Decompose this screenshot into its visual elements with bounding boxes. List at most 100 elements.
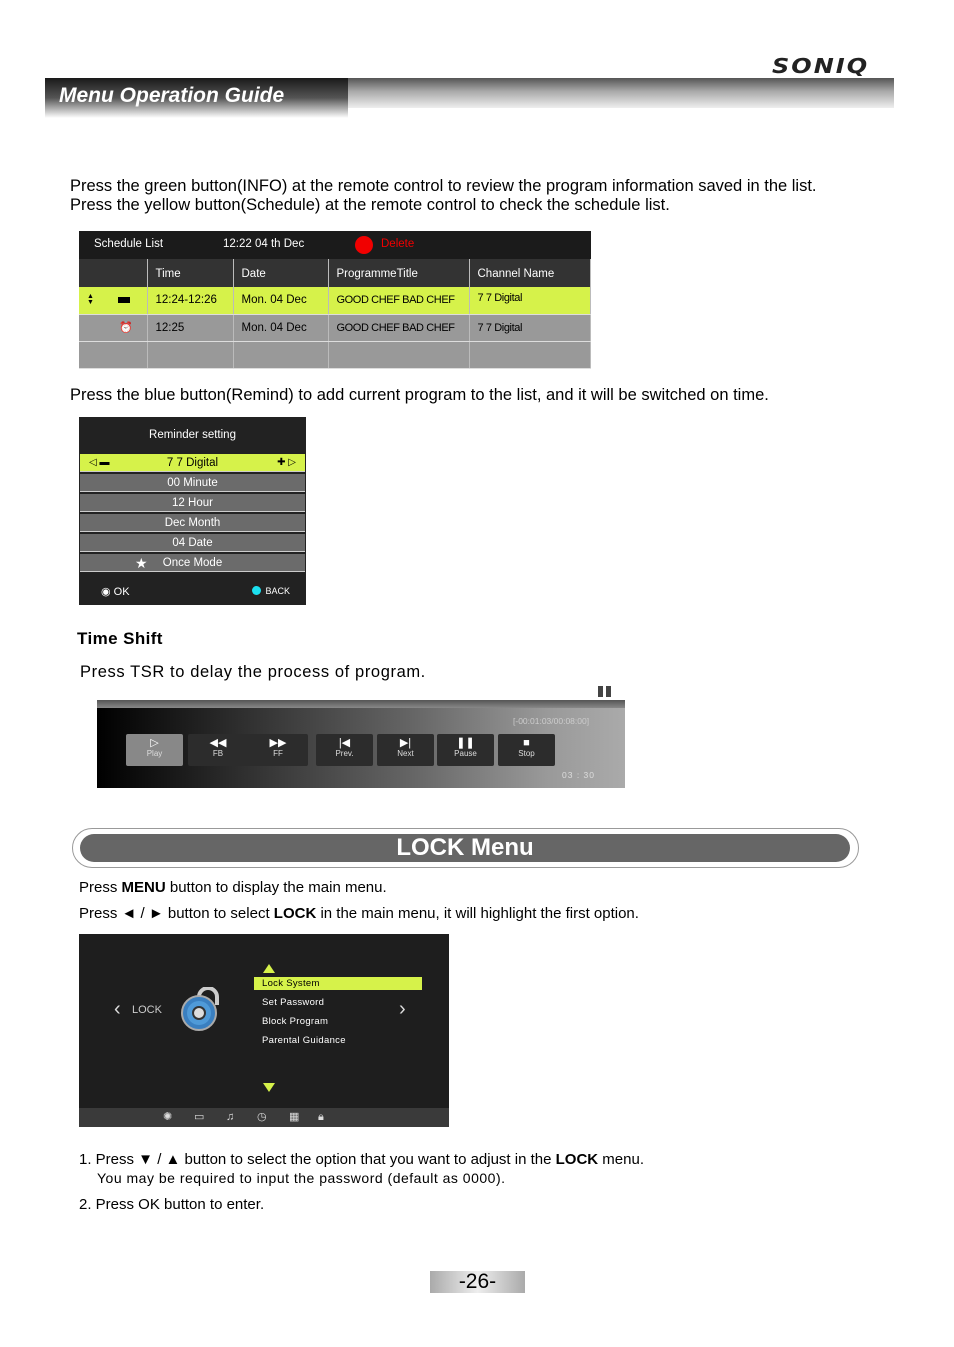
clock-icon[interactable]: ◷ <box>257 1111 267 1123</box>
pause-button[interactable]: ❚❚ Pause <box>437 734 494 766</box>
pause-label: Pause <box>454 749 477 758</box>
row-date: Mon. 04 Dec <box>233 287 329 315</box>
ff-button[interactable]: ▶▶ FF <box>248 734 308 758</box>
back-label: BACK <box>265 586 290 596</box>
row-icons: ⏰ <box>79 314 148 342</box>
schedule-list-title: Schedule List <box>94 238 164 250</box>
reminder-title: Reminder setting <box>149 429 236 441</box>
apps-grid-icon[interactable]: ▦ <box>289 1111 299 1123</box>
padlock-icon <box>181 987 219 1031</box>
ok-icon: ◉ <box>101 586 111 598</box>
pause-icon: ❚❚ <box>456 737 475 749</box>
brand-logo: SONIQ <box>772 54 870 78</box>
star-icon: ★ <box>135 555 148 571</box>
settings-gear-icon[interactable]: ✺ <box>163 1111 172 1123</box>
row-date: Mon. 04 Dec <box>233 314 329 342</box>
schedule-table: Time Date ProgrammeTitle Channel Name ▲ ▼… <box>79 259 591 369</box>
schedule-list-datetime: 12:22 04 th Dec <box>223 238 305 250</box>
schedule-list-panel: Schedule List 12:22 04 th Dec Delete Tim… <box>79 231 591 369</box>
play-icon: ▷ <box>150 737 159 749</box>
schedule-row[interactable]: ▲ ▼ 12:24-12:26 Mon. 04 Dec GOOD CHEF BAD… <box>79 287 591 315</box>
scroll-up-icon[interactable] <box>263 964 275 973</box>
alarm-clock-icon: ⏰ <box>119 322 133 334</box>
delete-label[interactable]: Delete <box>381 238 414 250</box>
time-shift-readout: [-00:01:03/00:08:00] <box>513 716 590 726</box>
lock-instruction-2: Press ◄ / ► button to select LOCK in the… <box>79 905 639 922</box>
lock-option-set-password[interactable]: Set Password <box>254 996 422 1009</box>
row-icons: ▲ ▼ <box>79 287 148 315</box>
reminder-month-row[interactable]: Dec Month <box>80 514 305 532</box>
reminder-date-row[interactable]: 04 Date <box>80 534 305 552</box>
row-time: 12:24-12:26 <box>147 287 234 315</box>
ff-label: FF <box>273 749 283 758</box>
reminder-mode-row[interactable]: ★ Once Mode <box>80 554 305 572</box>
step-1-note: You may be required to input the passwor… <box>97 1170 506 1186</box>
red-button-icon <box>355 236 373 254</box>
schedule-row[interactable]: ⏰ 12:25 Mon. 04 Dec GOOD CHEF BAD CHEF 7… <box>79 314 591 342</box>
schedule-list-topbar: Schedule List 12:22 04 th Dec Delete <box>79 231 591 259</box>
lock-instruction-1: Press MENU button to display the main me… <box>79 879 387 896</box>
skip-previous-icon: |◀ <box>338 737 351 749</box>
prev-button[interactable]: |◀ Prev. <box>316 734 373 766</box>
col-channel: Channel Name <box>469 259 591 287</box>
lock-option-parental-guidance[interactable]: Parental Guidance <box>254 1034 422 1047</box>
page-title: Menu Operation Guide <box>59 84 285 107</box>
fb-ff-group: ◀◀ FB ▶▶ FF <box>188 734 308 766</box>
reminder-hour-row[interactable]: 12 Hour <box>80 494 305 512</box>
row-title: GOOD CHEF BAD CHEF <box>328 287 470 315</box>
skip-next-icon: ▶| <box>399 737 412 749</box>
play-label: Play <box>146 749 163 758</box>
next-label: Next <box>397 749 414 758</box>
lock-option-lock-system[interactable]: Lock System <box>254 977 422 990</box>
blue-dot-icon <box>252 586 262 595</box>
col-icon <box>79 259 148 287</box>
right-arrow-icon[interactable]: ✚ ▷ <box>277 454 296 472</box>
ok-button[interactable]: ◉ OK <box>101 585 130 598</box>
row-channel: 7 7 Digital <box>469 314 591 342</box>
pause-indicator-icon <box>598 686 612 697</box>
lock-menu-label: LOCK <box>132 1004 162 1016</box>
stop-button[interactable]: ■ Stop <box>498 734 555 766</box>
lock-icon[interactable]: 🔒︎ <box>318 1111 324 1123</box>
reminder-mode-value: Once Mode <box>162 557 223 569</box>
remind-paragraph: Press the blue button(Remind) to add cur… <box>70 386 769 404</box>
ok-label: OK <box>113 586 130 598</box>
back-button[interactable]: BACK <box>252 586 290 596</box>
schedule-header-row: Time Date ProgrammeTitle Channel Name <box>79 259 591 287</box>
reminder-minute-row[interactable]: 00 Minute <box>80 474 305 492</box>
menu-category-bar: ✺ ▭ ♫ ◷ ▦ 🔒︎ <box>79 1108 449 1127</box>
col-title: ProgrammeTitle <box>328 259 470 287</box>
reminder-setting-panel: Reminder setting ◁ ▬ 7 7 Digital ✚ ▷ 00 … <box>79 417 306 605</box>
music-icon[interactable]: ♫ <box>226 1111 234 1123</box>
rewind-icon: ◀◀ <box>209 737 227 749</box>
chevron-left-icon[interactable]: ‹ <box>114 998 121 1021</box>
time-shift-clock: 03 : 30 <box>562 770 595 780</box>
tv-icon[interactable]: ▭ <box>194 1111 204 1123</box>
updown-icon: ▲ ▼ <box>87 293 94 307</box>
lock-menu-screen: ‹ LOCK Lock System Set Password Block Pr… <box>79 934 449 1127</box>
lock-option-block-program[interactable]: Block Program <box>254 1015 422 1028</box>
reminder-channel-value: 7 7 Digital <box>166 457 219 469</box>
chevron-right-icon[interactable]: › <box>399 998 406 1021</box>
record-camera-icon <box>117 297 130 304</box>
fb-label: FB <box>212 749 224 758</box>
row-time: 12:25 <box>147 314 234 342</box>
time-shift-heading: Time Shift <box>77 629 163 648</box>
schedule-row-empty <box>79 341 591 369</box>
fast-forward-icon: ▶▶ <box>269 737 287 749</box>
row-channel: 7 7 Digital <box>469 287 591 315</box>
reminder-channel-row[interactable]: ◁ ▬ 7 7 Digital ✚ ▷ <box>80 454 305 472</box>
scroll-down-icon[interactable] <box>263 1083 275 1092</box>
lock-menu-heading: LOCK Menu <box>80 834 850 862</box>
next-button[interactable]: ▶| Next <box>377 734 434 766</box>
intro-paragraph: Press the green button(INFO) at the remo… <box>70 177 817 214</box>
col-time: Time <box>147 259 234 287</box>
col-date: Date <box>233 259 329 287</box>
stop-label: Stop <box>518 749 535 758</box>
left-arrow-icon[interactable]: ◁ ▬ <box>89 454 109 472</box>
page-number: -26- <box>430 1271 525 1293</box>
play-button[interactable]: ▷ Play <box>126 734 183 766</box>
prev-label: Prev. <box>335 749 354 758</box>
time-shift-progress <box>97 700 625 708</box>
fb-button[interactable]: ◀◀ FB <box>188 734 248 758</box>
